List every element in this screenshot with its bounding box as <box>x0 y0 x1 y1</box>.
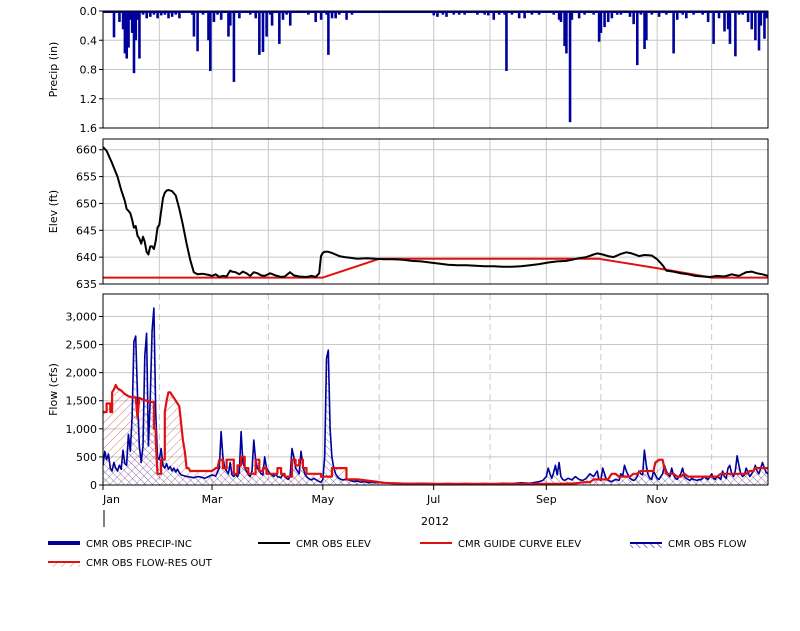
legend: CMR OBS PRECIP-INC CMR OBS ELEV CMR GUIDE … <box>48 539 747 569</box>
precip-bar <box>196 11 199 52</box>
panel-elevation: 635 640 645 650 655 660 Elev (ft) <box>47 138 769 291</box>
x-tick-label: Mar <box>202 493 223 506</box>
y-tick-label: 645 <box>76 224 97 237</box>
precip-bar <box>112 11 116 38</box>
plot-area <box>103 294 768 485</box>
precip-bar <box>635 11 639 66</box>
legend-item: CMR OBS FLOW-RES OUT <box>48 558 213 569</box>
y-axis-label: Precip (in) <box>47 42 60 98</box>
x-tick-label: Jul <box>426 493 440 506</box>
y-tick-label: 2,000 <box>66 367 98 380</box>
hydrograph-svg: 0.0 0.4 0.8 1.2 1.6 Precip (in) 635 640 645 650 65… <box>47 5 769 569</box>
legend-label: CMR OBS PRECIP-INC <box>86 539 192 550</box>
y-tick-label: 3,000 <box>66 310 98 323</box>
x-tick-label: Sep <box>536 493 557 506</box>
precip-bar <box>759 11 763 26</box>
x-tick-label: Jan <box>102 493 120 506</box>
precip-bar <box>138 11 141 59</box>
legend-label: CMR OBS ELEV <box>296 539 371 550</box>
legend-item: CMR OBS ELEV <box>258 539 371 550</box>
legend-item: CMR GUIDE CURVE ELEV <box>420 539 581 550</box>
precip-bar <box>505 11 508 71</box>
precip-bar <box>278 11 281 44</box>
precip-bar <box>723 11 726 32</box>
precip-bar <box>603 11 606 28</box>
precip-bar <box>232 11 236 82</box>
x-tick-label: May <box>311 493 334 506</box>
y-tick-label: 0.4 <box>80 34 98 47</box>
precip-bar <box>672 11 675 54</box>
y-tick-label: 1,000 <box>66 423 98 436</box>
legend-label: CMR OBS FLOW-RES OUT <box>86 558 213 569</box>
panel-flow: 0 500 1,000 1,500 2,000 2,500 3,000 Flow (cfs) J… <box>47 293 769 528</box>
precip-bar <box>288 11 292 26</box>
y-tick-label: 1,500 <box>66 395 98 408</box>
y-tick-label: 2,500 <box>66 339 98 352</box>
precip-bar <box>754 11 757 41</box>
panels: 0.0 0.4 0.8 1.2 1.6 Precip (in) 635 640 645 650 65… <box>47 5 769 528</box>
precip-bar <box>568 11 572 123</box>
precip-bar <box>258 11 261 55</box>
precip-bar <box>565 11 568 54</box>
precip-bar <box>270 11 274 26</box>
y-tick-label: 635 <box>76 278 97 291</box>
precip-bar <box>712 11 715 44</box>
precip-bar <box>728 11 732 44</box>
y-tick-label: 660 <box>76 144 97 157</box>
y-tick-label: 1.6 <box>80 122 98 135</box>
precip-bar <box>265 11 268 37</box>
y-tick-label: 640 <box>76 251 97 264</box>
panel-precip: 0.0 0.4 0.8 1.2 1.6 Precip (in) <box>47 5 769 135</box>
y-tick-label: 500 <box>76 451 97 464</box>
precip-bar <box>645 11 648 41</box>
y-axis-label: Elev (ft) <box>47 190 60 233</box>
legend-label: CMR OBS FLOW <box>668 539 747 550</box>
precip-bar <box>734 11 737 57</box>
legend-label: CMR GUIDE CURVE ELEV <box>458 539 581 550</box>
precip-bar <box>261 11 265 52</box>
precip-bar <box>208 11 212 71</box>
y-tick-label: 650 <box>76 197 97 210</box>
precip-bar <box>750 11 754 30</box>
hydrograph-chart: 0.0 0.4 0.8 1.2 1.6 Precip (in) 635 640 645 650 65… <box>0 0 800 627</box>
y-axis-label: Flow (cfs) <box>47 363 60 416</box>
x-tick-label: Nov <box>646 493 668 506</box>
precip-bar <box>327 11 330 55</box>
y-tick-label: 655 <box>76 171 97 184</box>
y-tick-label: 0.0 <box>80 5 98 18</box>
precip-bar <box>192 11 196 37</box>
y-tick-label: 0.8 <box>80 64 98 77</box>
y-tick-label: 0 <box>90 479 97 492</box>
precip-bar <box>599 11 603 33</box>
legend-item: CMR OBS PRECIP-INC <box>48 539 192 550</box>
legend-item: CMR OBS FLOW <box>630 539 747 550</box>
y-tick-label: 1.2 <box>80 93 98 106</box>
precip-bar <box>228 11 232 26</box>
x-axis-label: 2012 <box>421 515 449 528</box>
